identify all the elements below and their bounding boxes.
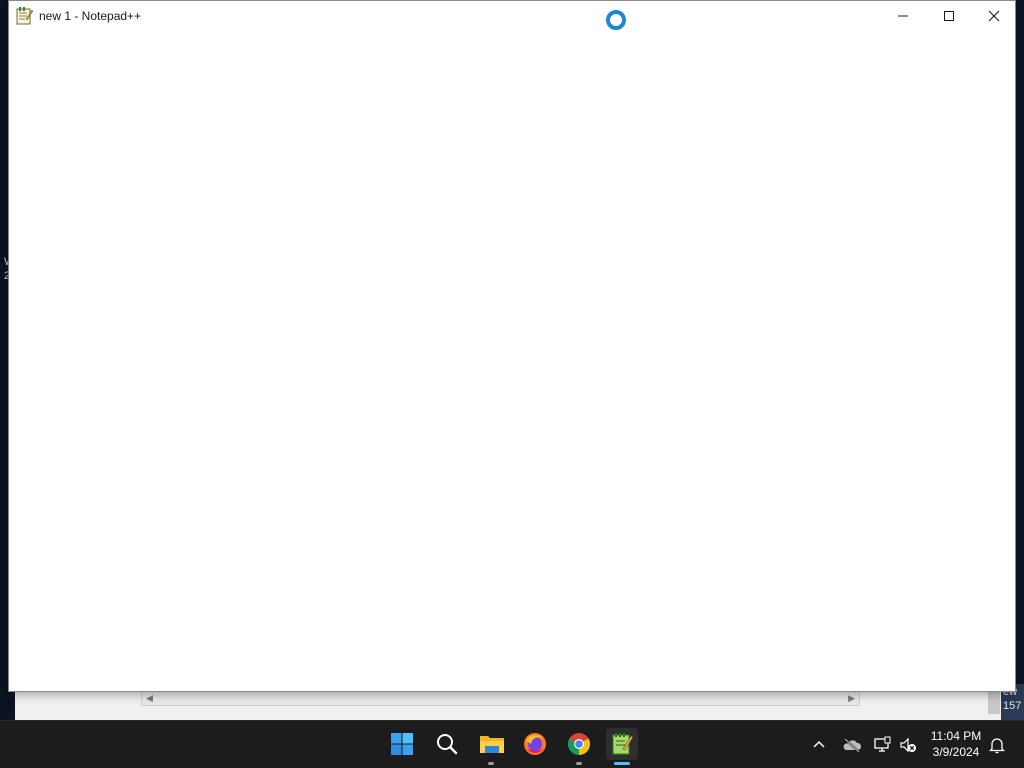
close-button[interactable] <box>971 1 1017 31</box>
scroll-left-icon[interactable]: ◀ <box>146 693 153 704</box>
panel-text-fragment: 157 <box>1003 700 1022 712</box>
clock-date: 3/9/2024 <box>932 745 980 759</box>
windows-logo-icon <box>391 733 413 755</box>
scroll-right-icon[interactable]: ▶ <box>848 693 855 704</box>
minimize-button[interactable] <box>880 1 926 31</box>
onedrive-button[interactable] <box>842 736 862 754</box>
busy-cursor-icon <box>606 10 626 30</box>
clock[interactable]: 11:04 PM 3/9/2024 <box>924 728 988 760</box>
show-hidden-icons-button[interactable] <box>810 736 828 754</box>
network-icon <box>874 736 891 752</box>
background-horizontal-scrollbar[interactable]: ◀ ▶ <box>141 690 860 706</box>
maximize-button[interactable] <box>926 1 972 31</box>
running-indicator <box>488 762 494 765</box>
notepad-plus-plus-button[interactable] <box>606 728 638 765</box>
search-button[interactable] <box>431 728 463 760</box>
editor-area[interactable] <box>9 31 1015 691</box>
volume-button[interactable] <box>899 736 917 754</box>
background-vertical-scrollbar-thumb[interactable] <box>988 690 1000 714</box>
bell-icon <box>988 738 1006 754</box>
active-indicator <box>614 762 630 765</box>
taskbar <box>0 720 1024 768</box>
maximize-icon <box>944 11 954 21</box>
minimize-icon <box>898 15 908 17</box>
folder-icon <box>480 736 504 753</box>
notepad-plus-plus-icon <box>16 7 34 25</box>
close-icon <box>988 10 1000 22</box>
title-bar[interactable]: new 1 - Notepad++ <box>9 1 1015 31</box>
chrome-button[interactable] <box>563 728 595 765</box>
notepad-plus-plus-icon <box>612 733 634 755</box>
running-indicator <box>576 762 582 765</box>
window-title: new 1 - Notepad++ <box>39 9 142 23</box>
cloud-offline-icon <box>843 738 862 753</box>
firefox-icon <box>524 733 546 755</box>
volume-muted-icon <box>900 737 916 753</box>
firefox-button[interactable] <box>519 728 551 760</box>
search-icon <box>437 734 458 755</box>
notepad-window: new 1 - Notepad++ <box>8 0 1016 692</box>
chevron-up-icon <box>813 740 825 748</box>
network-button[interactable] <box>873 736 891 754</box>
clock-time: 11:04 PM <box>930 729 982 743</box>
notifications-button[interactable] <box>988 736 1006 754</box>
start-button[interactable] <box>386 728 418 760</box>
chrome-icon <box>568 733 590 755</box>
file-explorer-button[interactable] <box>475 728 507 765</box>
